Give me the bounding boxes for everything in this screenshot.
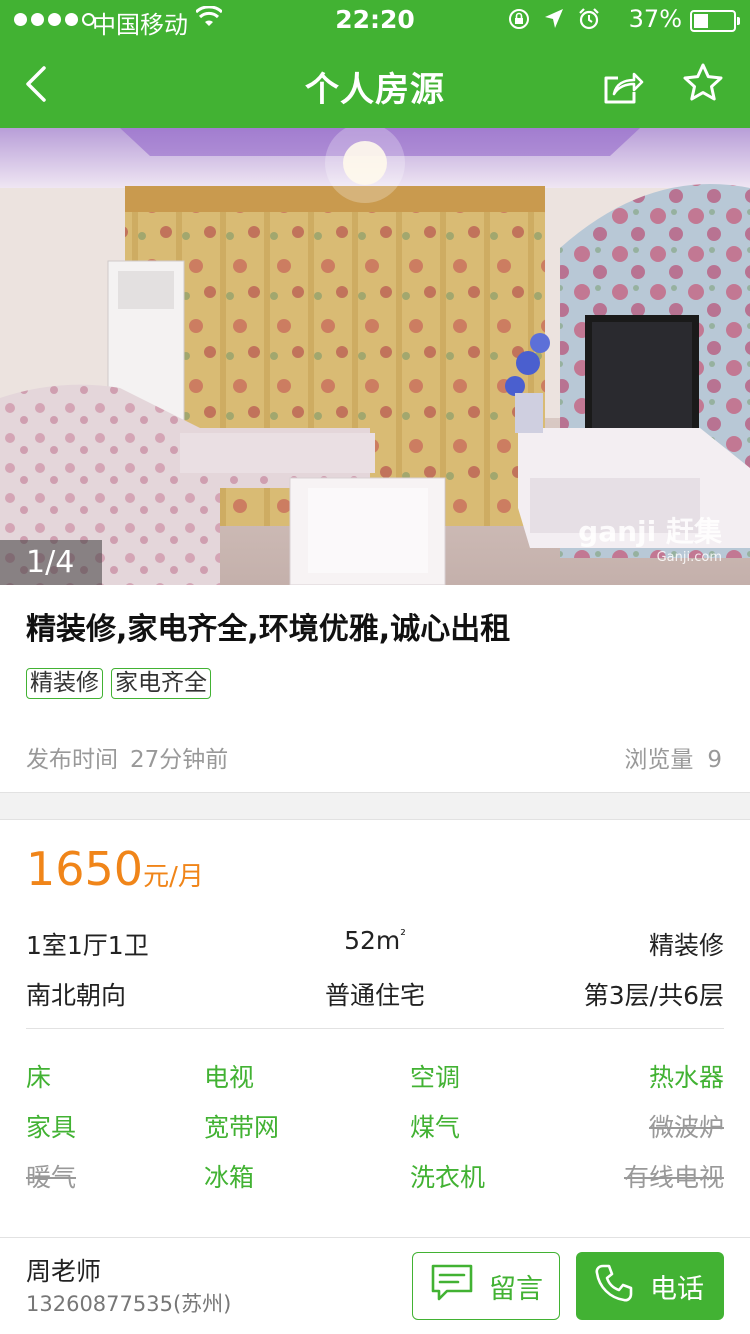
watermark-domain: Ganji.com [656, 550, 722, 565]
call-button[interactable]: 电话 [576, 1252, 724, 1320]
amenity-item: 煤气 [410, 1113, 461, 1142]
amenity-item: 冰箱 [204, 1163, 255, 1192]
amenity-item: 洗衣机 [410, 1163, 486, 1192]
chat-bubble-icon [429, 1263, 475, 1310]
views-label: 浏览量 [624, 747, 694, 773]
area-value: 52m [344, 926, 401, 955]
amenity-item: 电视 [204, 1063, 255, 1092]
location-arrow-icon [544, 8, 564, 36]
message-label: 留言 [489, 1273, 543, 1305]
listing-tags: 精装修 家电齐全 [26, 668, 211, 699]
divider [26, 1028, 724, 1029]
amenity-item: 有线电视 [623, 1163, 724, 1192]
section-divider [0, 792, 750, 820]
tag-badge: 精装修 [26, 668, 103, 699]
battery-icon [690, 10, 740, 32]
contact-bar: 周老师 13260877535(苏州) 留言 电话 [0, 1237, 750, 1334]
nav-bar: 个人房源 [0, 40, 750, 128]
spec-decoration: 精装修 [648, 931, 724, 960]
amenity-item: 床 [26, 1063, 52, 1092]
top-bar: 中国移动 22:20 37% 个人房源 [0, 0, 750, 128]
amenity-item: 宽带网 [204, 1113, 280, 1142]
publish-time: 发布时间 27分钟前 [26, 740, 228, 774]
contact-name: 周老师 [26, 1257, 102, 1286]
spec-area: 52m² [26, 926, 724, 955]
battery-percent: 37% [628, 5, 682, 33]
publish-label: 发布时间 [26, 747, 118, 773]
contact-phone: 13260877535(苏州) [26, 1292, 232, 1316]
price-unit: 元/月 [143, 862, 204, 892]
rent-price: 1650元/月 [26, 842, 204, 896]
amenity-item: 暖气 [26, 1163, 77, 1192]
phone-icon [594, 1263, 634, 1310]
listing-title: 精装修,家电齐全,环境优雅,诚心出租 [26, 612, 511, 647]
watermark-brand: ganji 赶集 [578, 515, 722, 548]
alarm-icon [578, 8, 600, 36]
spec-floor: 第3层/共6层 [583, 981, 724, 1010]
views-value: 9 [707, 747, 722, 773]
share-icon[interactable] [600, 64, 644, 108]
listing-photo[interactable]: 1/4 ganji 赶集 Ganji.com [0, 128, 750, 585]
amenity-item: 家具 [26, 1113, 77, 1142]
amenity-item: 微波炉 [648, 1113, 724, 1142]
amenity-item: 热水器 [648, 1063, 724, 1092]
orientation-lock-icon [508, 8, 530, 36]
message-button[interactable]: 留言 [412, 1252, 560, 1320]
call-label: 电话 [650, 1273, 704, 1305]
view-count: 浏览量 9 [624, 740, 722, 774]
price-amount: 1650 [26, 842, 144, 896]
star-icon[interactable] [682, 62, 724, 104]
publish-value: 27分钟前 [130, 747, 229, 773]
area-unit: ² [400, 927, 406, 944]
amenity-item: 空调 [410, 1063, 461, 1092]
ganji-watermark: ganji 赶集 Ganji.com [578, 510, 722, 565]
photo-counter: 1/4 [0, 540, 102, 585]
status-bar: 中国移动 22:20 37% [0, 0, 750, 40]
tag-badge: 家电齐全 [111, 668, 211, 699]
